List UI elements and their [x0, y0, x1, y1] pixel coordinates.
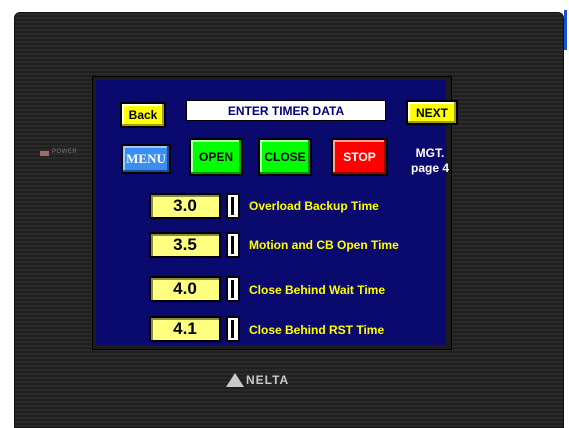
brand-text: NELTA	[246, 373, 290, 387]
close-behind-wait-time-value[interactable]: 4.0	[149, 276, 221, 302]
power-led	[40, 151, 49, 156]
delta-logo: NELTA	[226, 373, 289, 387]
page-indicator: MGT. page 4	[404, 146, 456, 176]
motion-cb-open-time-spin[interactable]	[226, 232, 240, 258]
next-button[interactable]: NEXT	[406, 100, 458, 125]
power-label: POWER	[52, 149, 78, 155]
delta-triangle-icon	[226, 373, 244, 387]
close-behind-wait-time-label: Close Behind Wait Time	[249, 283, 386, 297]
menu-button[interactable]: MENU	[121, 144, 171, 174]
page-indicator-line2: page 4	[410, 161, 449, 175]
overload-backup-time-spin[interactable]	[226, 193, 240, 219]
close-behind-rst-time-value[interactable]: 4.1	[149, 316, 221, 342]
close-behind-wait-time-spin[interactable]	[226, 276, 240, 302]
open-button[interactable]: OPEN	[189, 138, 243, 176]
page-title: ENTER TIMER DATA	[186, 100, 386, 121]
overload-backup-time-label: Overload Backup Time	[249, 199, 379, 213]
overload-backup-time-value[interactable]: 3.0	[149, 193, 221, 219]
motion-cb-open-time-label: Motion and CB Open Time	[249, 238, 399, 252]
stop-button[interactable]: STOP	[331, 138, 388, 176]
back-button[interactable]: Back	[120, 102, 166, 128]
window-edge	[564, 10, 567, 50]
close-behind-rst-time-spin[interactable]	[226, 316, 240, 342]
close-behind-rst-time-label: Close Behind RST Time	[249, 323, 385, 337]
motion-cb-open-time-value[interactable]: 3.5	[149, 232, 221, 258]
close-button[interactable]: CLOSE	[258, 138, 312, 176]
page-indicator-line1: MGT.	[415, 146, 445, 160]
